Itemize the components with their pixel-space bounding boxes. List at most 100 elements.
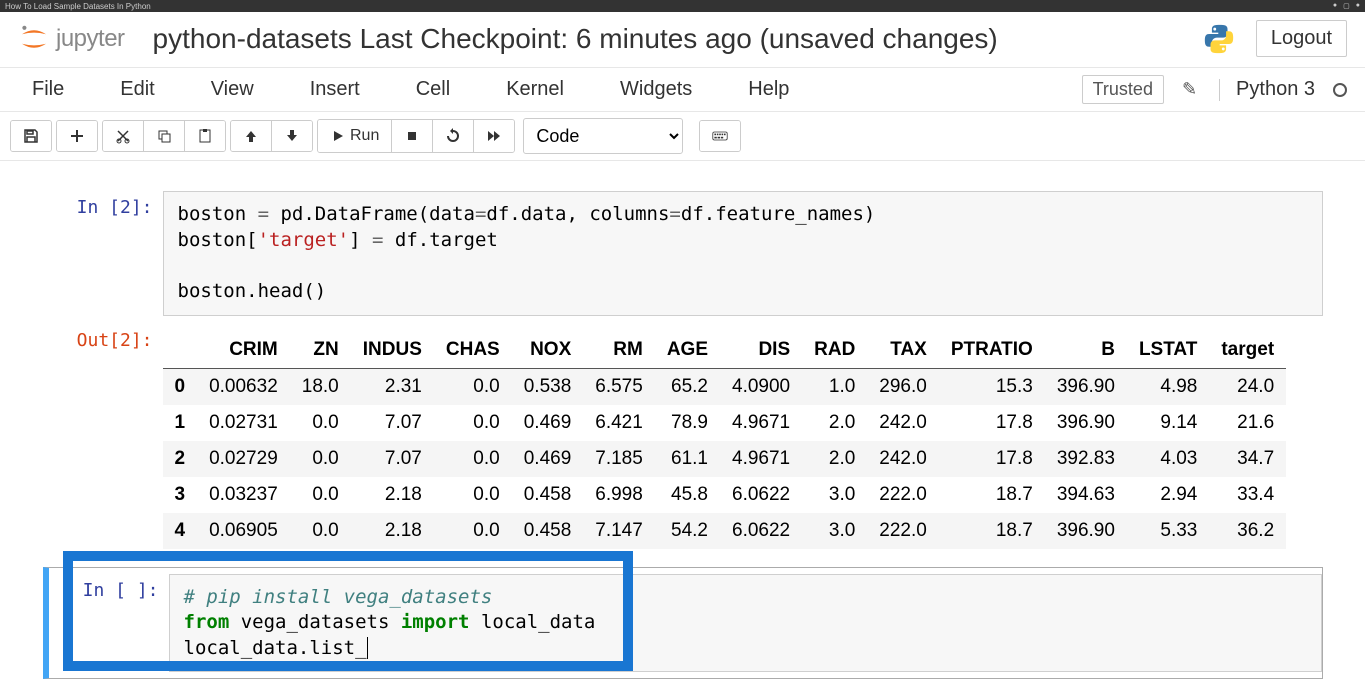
table-cell: 0.0: [434, 405, 512, 441]
table-cell: 2.18: [351, 477, 434, 513]
table-cell: 396.90: [1045, 405, 1127, 441]
pencil-icon[interactable]: ✎: [1176, 77, 1203, 102]
add-cell-button[interactable]: [57, 121, 97, 151]
table-row: 40.069050.02.180.00.4587.14754.26.06223.…: [163, 513, 1287, 549]
table-cell: 4.98: [1127, 368, 1209, 405]
table-cell: 4.0900: [720, 368, 802, 405]
kernel-status-icon: [1333, 83, 1347, 97]
restart-button[interactable]: [432, 120, 473, 152]
table-column-header: INDUS: [351, 332, 434, 369]
menu-edit[interactable]: Edit: [106, 72, 168, 107]
table-row: 10.027310.07.070.00.4696.42178.94.96712.…: [163, 405, 1287, 441]
cut-button[interactable]: [103, 121, 143, 151]
paste-button[interactable]: [184, 121, 225, 151]
run-button[interactable]: Run: [318, 120, 391, 152]
table-cell: 3.0: [802, 477, 867, 513]
table-cell: 7.07: [351, 441, 434, 477]
table-cell: 6.0622: [720, 513, 802, 549]
move-up-button[interactable]: [231, 121, 271, 151]
table-cell: 0.0: [434, 513, 512, 549]
table-cell: 6.421: [583, 405, 655, 441]
table-row: 20.027290.07.070.00.4697.18561.14.96712.…: [163, 441, 1287, 477]
table-cell: 45.8: [655, 477, 720, 513]
table-column-header: CRIM: [197, 332, 290, 369]
table-cell: 18.7: [939, 513, 1045, 549]
python-logo-icon: [1202, 22, 1236, 56]
interrupt-button[interactable]: [391, 120, 432, 152]
menu-kernel[interactable]: Kernel: [492, 72, 578, 107]
move-down-button[interactable]: [271, 121, 312, 151]
code-cell-active[interactable]: In [ ]: # pip install vega_datasets from…: [43, 567, 1323, 680]
table-cell: 1.0: [802, 368, 867, 405]
table-cell: 5.33: [1127, 513, 1209, 549]
table-cell: 396.90: [1045, 368, 1127, 405]
notebook-title[interactable]: python-datasets Last Checkpoint: 6 minut…: [153, 23, 1202, 55]
code-input-area[interactable]: # pip install vega_datasets from vega_da…: [169, 574, 1322, 673]
restart-run-all-button[interactable]: [473, 120, 514, 152]
table-cell: 242.0: [867, 405, 939, 441]
table-row-index: 1: [163, 405, 198, 441]
table-row-index: 4: [163, 513, 198, 549]
table-cell: 0.0: [434, 441, 512, 477]
table-cell: 0.469: [512, 405, 584, 441]
kernel-name[interactable]: Python 3: [1236, 78, 1315, 101]
table-cell: 34.7: [1209, 441, 1286, 477]
notebook-container[interactable]: In [2]: boston = pd.DataFrame(data=df.da…: [0, 161, 1365, 693]
table-cell: 18.0: [290, 368, 351, 405]
menu-help[interactable]: Help: [734, 72, 803, 107]
table-cell: 296.0: [867, 368, 939, 405]
table-column-header: AGE: [655, 332, 720, 369]
cell-type-select[interactable]: Code: [523, 118, 683, 154]
table-cell: 36.2: [1209, 513, 1286, 549]
toolbar: Run Code: [0, 112, 1365, 161]
table-row: 00.0063218.02.310.00.5386.57565.24.09001…: [163, 368, 1287, 405]
table-cell: 242.0: [867, 441, 939, 477]
table-cell: 0.06905: [197, 513, 290, 549]
menu-cell[interactable]: Cell: [402, 72, 464, 107]
table-row-index: 2: [163, 441, 198, 477]
table-cell: 0.0: [290, 441, 351, 477]
save-button[interactable]: [11, 121, 51, 151]
table-cell: 0.458: [512, 477, 584, 513]
jupyter-logo-icon: [18, 23, 50, 55]
trusted-indicator[interactable]: Trusted: [1082, 75, 1164, 104]
table-cell: 222.0: [867, 477, 939, 513]
maximize-icon[interactable]: ▢: [1343, 2, 1350, 10]
table-column-header: B: [1045, 332, 1127, 369]
table-cell: 21.6: [1209, 405, 1286, 441]
browser-window-controls: ● ▢ ●: [1333, 2, 1360, 10]
close-icon[interactable]: ●: [1356, 2, 1360, 10]
table-column-header: RM: [583, 332, 655, 369]
table-cell: 54.2: [655, 513, 720, 549]
input-prompt: In [2]:: [43, 191, 163, 316]
menu-widgets[interactable]: Widgets: [606, 72, 706, 107]
menu-insert[interactable]: Insert: [296, 72, 374, 107]
menu-file[interactable]: File: [18, 72, 78, 107]
jupyter-logo[interactable]: jupyter: [18, 23, 125, 55]
code-input-area[interactable]: boston = pd.DataFrame(data=df.data, colu…: [163, 191, 1323, 316]
run-button-label: Run: [350, 127, 379, 145]
browser-tab-title: How To Load Sample Datasets In Python: [5, 2, 151, 11]
table-cell: 0.538: [512, 368, 584, 405]
table-cell: 0.0: [434, 477, 512, 513]
command-palette-button[interactable]: [700, 121, 740, 151]
table-cell: 0.0: [290, 513, 351, 549]
logout-button[interactable]: Logout: [1256, 20, 1347, 57]
table-column-header: ZN: [290, 332, 351, 369]
table-cell: 0.458: [512, 513, 584, 549]
copy-button[interactable]: [143, 121, 184, 151]
table-column-header: RAD: [802, 332, 867, 369]
table-column-header: PTRATIO: [939, 332, 1045, 369]
table-cell: 396.90: [1045, 513, 1127, 549]
code-cell-2[interactable]: In [2]: boston = pd.DataFrame(data=df.da…: [43, 191, 1323, 316]
table-cell: 9.14: [1127, 405, 1209, 441]
table-cell: 7.185: [583, 441, 655, 477]
table-cell: 15.3: [939, 368, 1045, 405]
dataframe-table: CRIMZNINDUSCHASNOXRMAGEDISRADTAXPTRATIOB…: [163, 332, 1287, 549]
menu-view[interactable]: View: [197, 72, 268, 107]
table-cell: 4.9671: [720, 441, 802, 477]
table-cell: 392.83: [1045, 441, 1127, 477]
minimize-icon[interactable]: ●: [1333, 2, 1337, 10]
table-cell: 78.9: [655, 405, 720, 441]
table-row-index: 3: [163, 477, 198, 513]
